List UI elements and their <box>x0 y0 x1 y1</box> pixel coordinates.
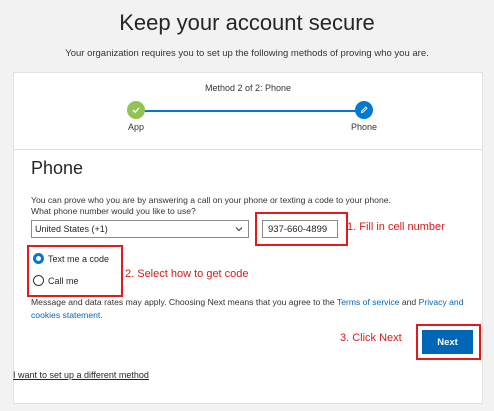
pencil-icon <box>360 106 368 114</box>
section-title: Phone <box>31 158 84 178</box>
country-select[interactable]: United States (+1) <box>31 220 249 238</box>
step-phone-current <box>355 101 373 119</box>
step-app-complete <box>127 101 145 119</box>
description-line1: You can prove who you are by answering a… <box>31 195 391 205</box>
country-value: United States (+1) <box>35 224 108 234</box>
progress-indicator: Method 2 of 2: Phone App Phone <box>14 73 482 143</box>
annotation-click-next: 3. Click Next <box>340 332 402 344</box>
step-label-app: App <box>127 122 144 132</box>
check-icon <box>132 107 140 114</box>
highlight-phone-box <box>255 212 348 246</box>
chevron-down-icon <box>235 227 243 232</box>
different-method-link[interactable]: I want to set up a different method <box>13 370 149 380</box>
description-line2: What phone number would you like to use? <box>31 206 196 216</box>
page-subtitle: Your organization requires you to set up… <box>65 48 429 59</box>
divider <box>14 149 482 150</box>
annotation-fill-number: 1. Fill in cell number <box>347 221 445 233</box>
progress-line <box>136 110 362 112</box>
consent-text: Message and data rates may apply. Choosi… <box>31 296 471 322</box>
consent-and: and <box>399 297 419 307</box>
step-label-phone: Phone <box>350 122 378 132</box>
method-label: Method 2 of 2: Phone <box>204 83 292 93</box>
phone-description: You can prove who you are by answering a… <box>31 195 471 217</box>
highlight-radio-box <box>27 245 123 297</box>
annotation-select-method: 2. Select how to get code <box>125 268 249 280</box>
consent-prefix: Message and data rates may apply. Choosi… <box>31 297 337 307</box>
page-title: Keep your account secure <box>119 10 375 35</box>
next-button[interactable]: Next <box>422 330 473 354</box>
terms-link[interactable]: Terms of service <box>337 297 400 307</box>
setup-panel: Method 2 of 2: Phone App Phone Phone You… <box>13 72 483 404</box>
